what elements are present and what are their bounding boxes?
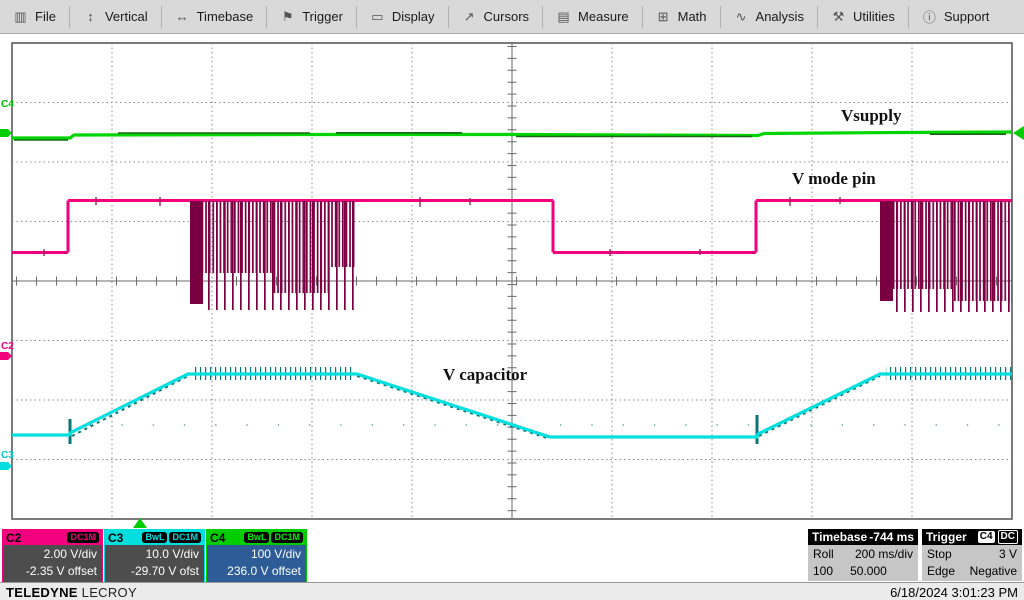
menu-support[interactable]: ⓘSupport	[908, 6, 1003, 28]
channel-descriptor-c3[interactable]: C3 BwL DC1M 10.0 V/div -29.70 V ofst	[104, 529, 205, 582]
cursor-arrow-icon: ↗	[462, 9, 477, 25]
c2-offset: -2.35 V offset	[3, 563, 97, 580]
menu-timebase[interactable]: ↔Timebase	[161, 6, 267, 28]
status-bar: C2 DC1M 2.00 V/div -2.35 V offset C3 BwL…	[0, 528, 1024, 582]
trigger-descriptor[interactable]: Trigger C4 DC Stop3 V EdgeNegative	[922, 529, 1022, 580]
measure-ruler-icon: ▤	[556, 9, 571, 25]
timebase-delay: -744 ms	[869, 530, 914, 544]
waveform-display: C4 C2 C3 Vsupply V mode pin V capacitor	[0, 34, 1024, 528]
analysis-waveform-icon: ∿	[734, 9, 749, 25]
menu-trigger[interactable]: ⚑Trigger	[266, 6, 356, 28]
menu-file[interactable]: ▥File	[0, 6, 69, 28]
c4-vdiv: 100 V/div	[207, 546, 301, 563]
menu-bar: ▥File ↕Vertical ↔Timebase ⚑Trigger ▭Disp…	[0, 0, 1024, 34]
menu-measure[interactable]: ▤Measure	[542, 6, 642, 28]
c3-offset-marker[interactable]	[0, 462, 12, 470]
c2-vdiv: 2.00 V/div	[3, 546, 97, 563]
vertical-arrows-icon: ↕	[83, 9, 98, 24]
c3-offset: -29.70 V ofst	[105, 563, 199, 580]
c4-marker-label: C4	[1, 99, 14, 110]
channel-descriptor-c2[interactable]: C2 DC1M 2.00 V/div -2.35 V offset	[2, 529, 103, 582]
coupling-badge: DC1M	[67, 532, 99, 543]
menu-cursors[interactable]: ↗Cursors	[448, 6, 543, 28]
file-icon: ▥	[13, 9, 28, 25]
c2-offset-marker[interactable]	[0, 352, 12, 360]
menu-utilities[interactable]: ⚒Utilities	[817, 6, 908, 28]
menu-analysis[interactable]: ∿Analysis	[720, 6, 817, 28]
support-info-icon: ⓘ	[922, 7, 937, 26]
bwl-badge: BwL	[244, 532, 269, 543]
footer-bar: TELEDYNE LECROY 6/18/2024 3:01:23 PM	[0, 582, 1024, 600]
math-calculator-icon: ⊞	[656, 9, 671, 25]
channel-descriptor-c4-selected[interactable]: C4 BwL DC1M 100 V/div 236.0 V offset	[206, 529, 307, 582]
utilities-tools-icon: ⚒	[831, 9, 846, 25]
menu-vertical[interactable]: ↕Vertical	[69, 6, 161, 28]
trigger-coupling-badge: DC	[998, 530, 1018, 544]
bwl-badge: BwL	[142, 532, 167, 543]
display-monitor-icon: ▭	[370, 9, 385, 25]
trigger-source-badge: C4	[978, 531, 995, 543]
oscilloscope-screen: ▥File ↕Vertical ↔Timebase ⚑Trigger ▭Disp…	[0, 0, 1024, 600]
coupling-badge: DC1M	[169, 532, 201, 543]
menu-display[interactable]: ▭Display	[356, 6, 448, 28]
c4-offset-marker[interactable]	[0, 129, 12, 137]
trigger-flag-icon: ⚑	[280, 9, 295, 25]
horizontal-arrows-icon: ↔	[175, 9, 190, 24]
annotation-vcapacitor: V capacitor	[443, 365, 528, 384]
c2-marker-label: C2	[1, 341, 14, 352]
annotation-vmodepin: V mode pin	[792, 169, 876, 188]
coupling-badge: DC1M	[271, 532, 303, 543]
trigger-level-marker[interactable]	[1013, 126, 1024, 140]
c4-offset: 236.0 V offset	[207, 563, 301, 580]
annotation-vsupply: Vsupply	[841, 106, 902, 125]
c3-marker-label: C3	[1, 450, 14, 461]
teledyne-lecroy-logo: TELEDYNE LECROY	[6, 585, 137, 600]
c3-vdiv: 10.0 V/div	[105, 546, 199, 563]
datetime: 6/18/2024 3:01:23 PM	[890, 585, 1018, 600]
menu-math[interactable]: ⊞Math	[642, 6, 720, 28]
timebase-descriptor[interactable]: Timebase -744 ms Roll200 ms/div 100 kS50…	[808, 529, 918, 580]
